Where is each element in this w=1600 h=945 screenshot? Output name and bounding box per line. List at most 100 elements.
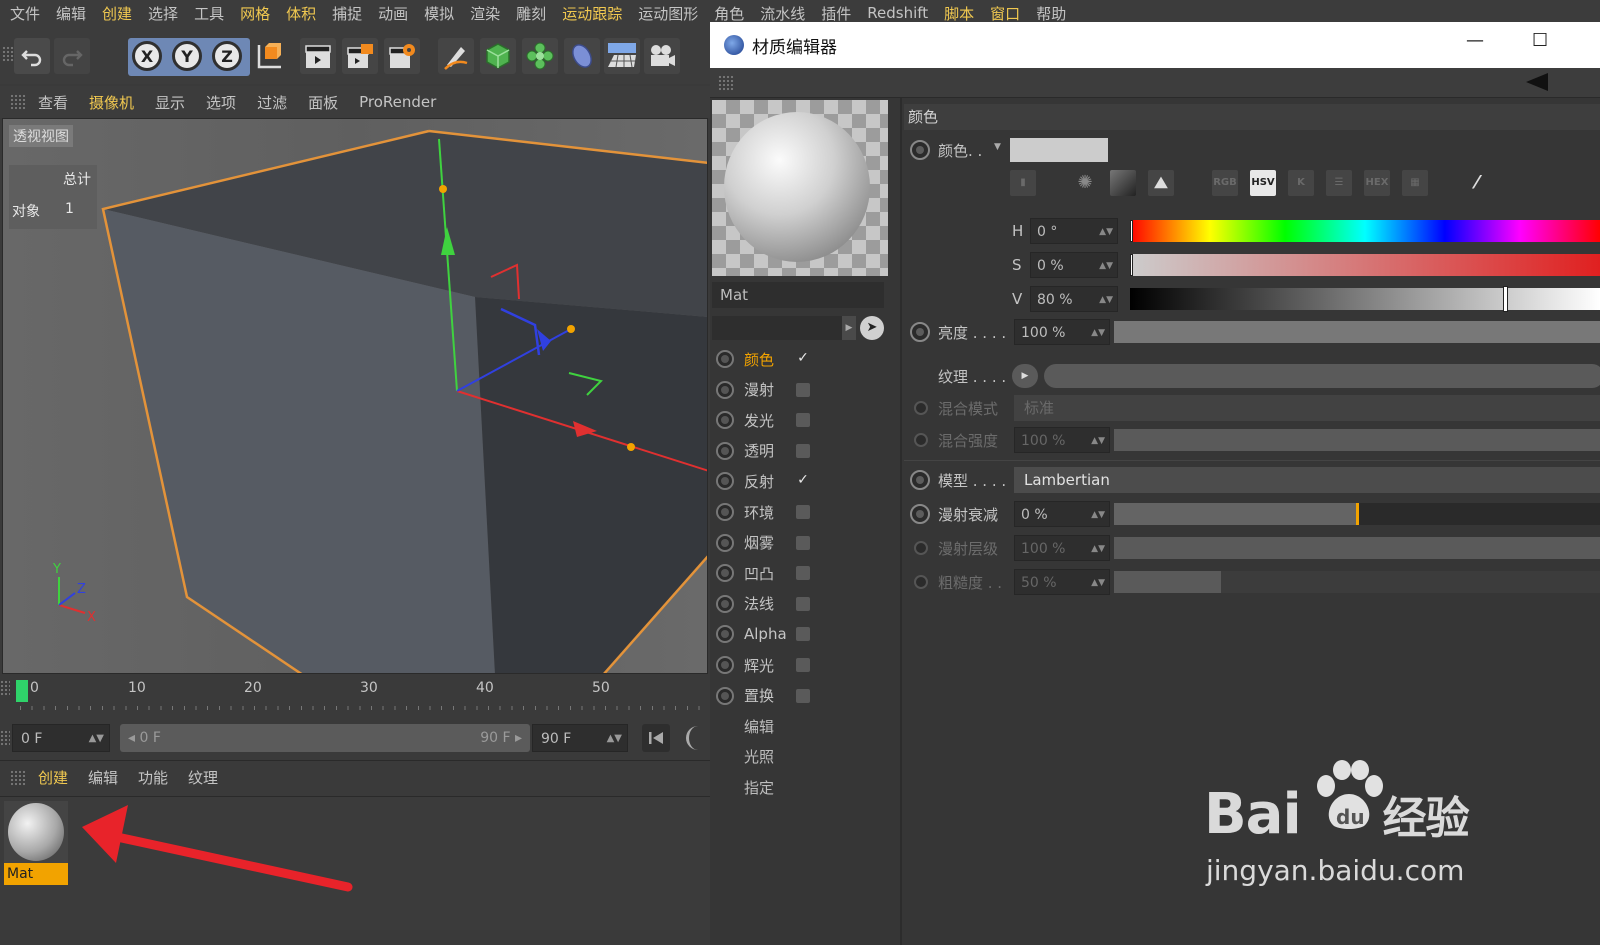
material-preview[interactable] — [712, 100, 888, 276]
deformer-button[interactable] — [564, 38, 600, 74]
material-layer-field[interactable] — [712, 316, 856, 340]
back-arrow-icon[interactable] — [1526, 73, 1548, 91]
saturation-slider[interactable] — [1130, 254, 1600, 276]
channel-item[interactable]: 凹凸 — [710, 560, 900, 586]
value-slider-handle[interactable] — [1503, 286, 1508, 312]
channel-anim-radio[interactable] — [716, 594, 734, 613]
channel-item[interactable]: Alpha — [710, 621, 900, 647]
menu-item[interactable]: 编辑 — [88, 767, 118, 788]
channel-checkbox[interactable] — [796, 658, 810, 672]
layer-expand-button[interactable]: ▶ — [842, 316, 856, 340]
channel-item[interactable]: 透明 — [710, 438, 900, 464]
diffuse-falloff-field[interactable]: 0 % ▲▼ — [1014, 501, 1110, 527]
channel-anim-radio[interactable] — [716, 503, 734, 521]
channel-anim-radio[interactable] — [716, 533, 734, 552]
pick-cursor-icon[interactable]: ➤ — [860, 316, 884, 340]
menu-item[interactable]: 工具 — [194, 3, 224, 24]
menu-item[interactable]: 流水线 — [760, 3, 805, 24]
blend-strength-anim-radio[interactable] — [914, 433, 928, 447]
channel-anim-radio[interactable] — [716, 656, 734, 674]
z-axis-lock-button[interactable]: Z — [212, 41, 242, 71]
menu-item[interactable]: 功能 — [138, 767, 168, 788]
brightness-field[interactable]: 100 % ▲▼ — [1014, 319, 1110, 345]
color-dropdown-arrow-icon[interactable]: ▼ — [994, 142, 1001, 152]
channel-anim-radio[interactable] — [716, 380, 734, 399]
menu-item[interactable]: 过滤 — [257, 92, 287, 113]
channel-checkbox[interactable] — [796, 505, 810, 519]
minimize-button[interactable]: — — [1466, 30, 1484, 51]
menu-item[interactable]: 体积 — [286, 3, 316, 24]
coordinate-system-button[interactable] — [252, 38, 288, 74]
blend-mode-anim-radio[interactable] — [914, 401, 928, 415]
pen-tool-button[interactable] — [438, 38, 474, 74]
channel-anim-radio[interactable] — [716, 411, 734, 430]
material-menu-grip[interactable] — [10, 770, 26, 786]
go-to-start-button[interactable] — [642, 724, 670, 752]
channel-item[interactable]: 法线 — [710, 591, 900, 617]
blend-mode-dropdown[interactable]: 标准 — [1014, 395, 1600, 421]
color-anim-radio[interactable] — [910, 140, 930, 160]
value-field[interactable]: 80 % ▲▼ — [1030, 286, 1118, 312]
menu-item[interactable]: 网格 — [240, 3, 270, 24]
model-dropdown[interactable]: Lambertian — [1014, 467, 1600, 493]
current-frame-field[interactable]: 0 F ▲▼ — [12, 724, 110, 752]
camera-object-button[interactable] — [644, 38, 680, 74]
menu-item[interactable]: 纹理 — [188, 767, 218, 788]
brightness-anim-radio[interactable] — [910, 322, 930, 342]
render-settings-button[interactable] — [384, 38, 420, 74]
menu-item[interactable]: 创建 — [38, 767, 68, 788]
diffuse-falloff-anim-radio[interactable] — [910, 504, 930, 524]
channel-anim-radio[interactable] — [716, 686, 734, 705]
menu-item[interactable]: 渲染 — [470, 3, 500, 24]
roughness-slider[interactable] — [1114, 571, 1600, 593]
timeline-grip[interactable] — [0, 680, 10, 696]
channel-item[interactable]: 颜色 ✓ — [710, 346, 900, 372]
editor-titlebar[interactable]: 材质编辑器 — ☐ — [710, 22, 1600, 68]
channel-item[interactable]: 发光 — [710, 407, 900, 433]
editor-extra-tab[interactable]: 光照 — [710, 744, 900, 770]
diffuse-level-slider[interactable] — [1114, 537, 1600, 559]
menu-item[interactable]: 模拟 — [424, 3, 454, 24]
frame-range-slider[interactable]: ◂ 0 F 90 F ▸ — [120, 724, 530, 752]
channel-item[interactable]: 漫射 — [710, 377, 900, 403]
channel-anim-radio[interactable] — [716, 350, 734, 368]
channel-checkbox[interactable]: ✓ — [796, 351, 810, 366]
mode-rgb-button[interactable]: RGB — [1212, 170, 1238, 196]
mode-mixer-button[interactable]: ☰ — [1326, 170, 1352, 196]
channel-checkbox[interactable] — [796, 566, 810, 581]
channel-item[interactable]: 置换 — [710, 683, 900, 709]
channel-item[interactable]: 环境 — [710, 499, 900, 525]
x-axis-lock-button[interactable]: X — [132, 41, 162, 71]
channel-item[interactable]: 反射 ✓ — [710, 468, 900, 494]
menu-item[interactable]: 编辑 — [56, 3, 86, 24]
menu-item[interactable]: 窗口 — [990, 3, 1020, 24]
maximize-button[interactable]: ☐ — [1532, 30, 1548, 51]
perspective-viewport[interactable]: Y X Z 透视视图 总计 对象 1 — [2, 118, 708, 674]
play-controls-edge[interactable] — [686, 726, 710, 750]
menu-item[interactable]: 运动跟踪 — [562, 3, 622, 24]
render-to-picture-viewer-button[interactable] — [342, 38, 378, 74]
menu-item[interactable]: 文件 — [10, 3, 40, 24]
mode-kelvin-button[interactable]: K — [1288, 170, 1314, 196]
mode-hex-button[interactable]: HEX — [1364, 170, 1390, 196]
diffuse-level-field[interactable]: 100 % ▲▼ — [1014, 535, 1110, 561]
cloner-button[interactable] — [522, 38, 558, 74]
viewport-menu-grip[interactable] — [10, 94, 26, 110]
roughness-field[interactable]: 50 % ▲▼ — [1014, 569, 1110, 595]
channel-anim-radio[interactable] — [716, 472, 734, 491]
menu-item[interactable]: ProRender — [359, 93, 436, 111]
menu-item[interactable]: 帮助 — [1036, 3, 1066, 24]
material-name-field[interactable]: Mat — [712, 282, 884, 308]
menu-item[interactable]: 捕捉 — [332, 3, 362, 24]
menu-item[interactable]: 查看 — [38, 92, 68, 113]
editor-extra-tab[interactable]: 指定 — [710, 774, 900, 800]
value-slider[interactable] — [1130, 286, 1600, 312]
timeline-ruler[interactable]: 0 10 20 30 40 50 — [0, 676, 710, 716]
menu-item[interactable]: 动画 — [378, 3, 408, 24]
undo-button[interactable] — [14, 38, 50, 74]
channel-item[interactable]: 辉光 — [710, 652, 900, 678]
color-swatch[interactable] — [1010, 138, 1108, 162]
texture-menu-button[interactable]: ▶ — [1012, 364, 1038, 388]
diffuse-level-anim-radio[interactable] — [914, 541, 928, 555]
render-view-button[interactable] — [300, 38, 336, 74]
